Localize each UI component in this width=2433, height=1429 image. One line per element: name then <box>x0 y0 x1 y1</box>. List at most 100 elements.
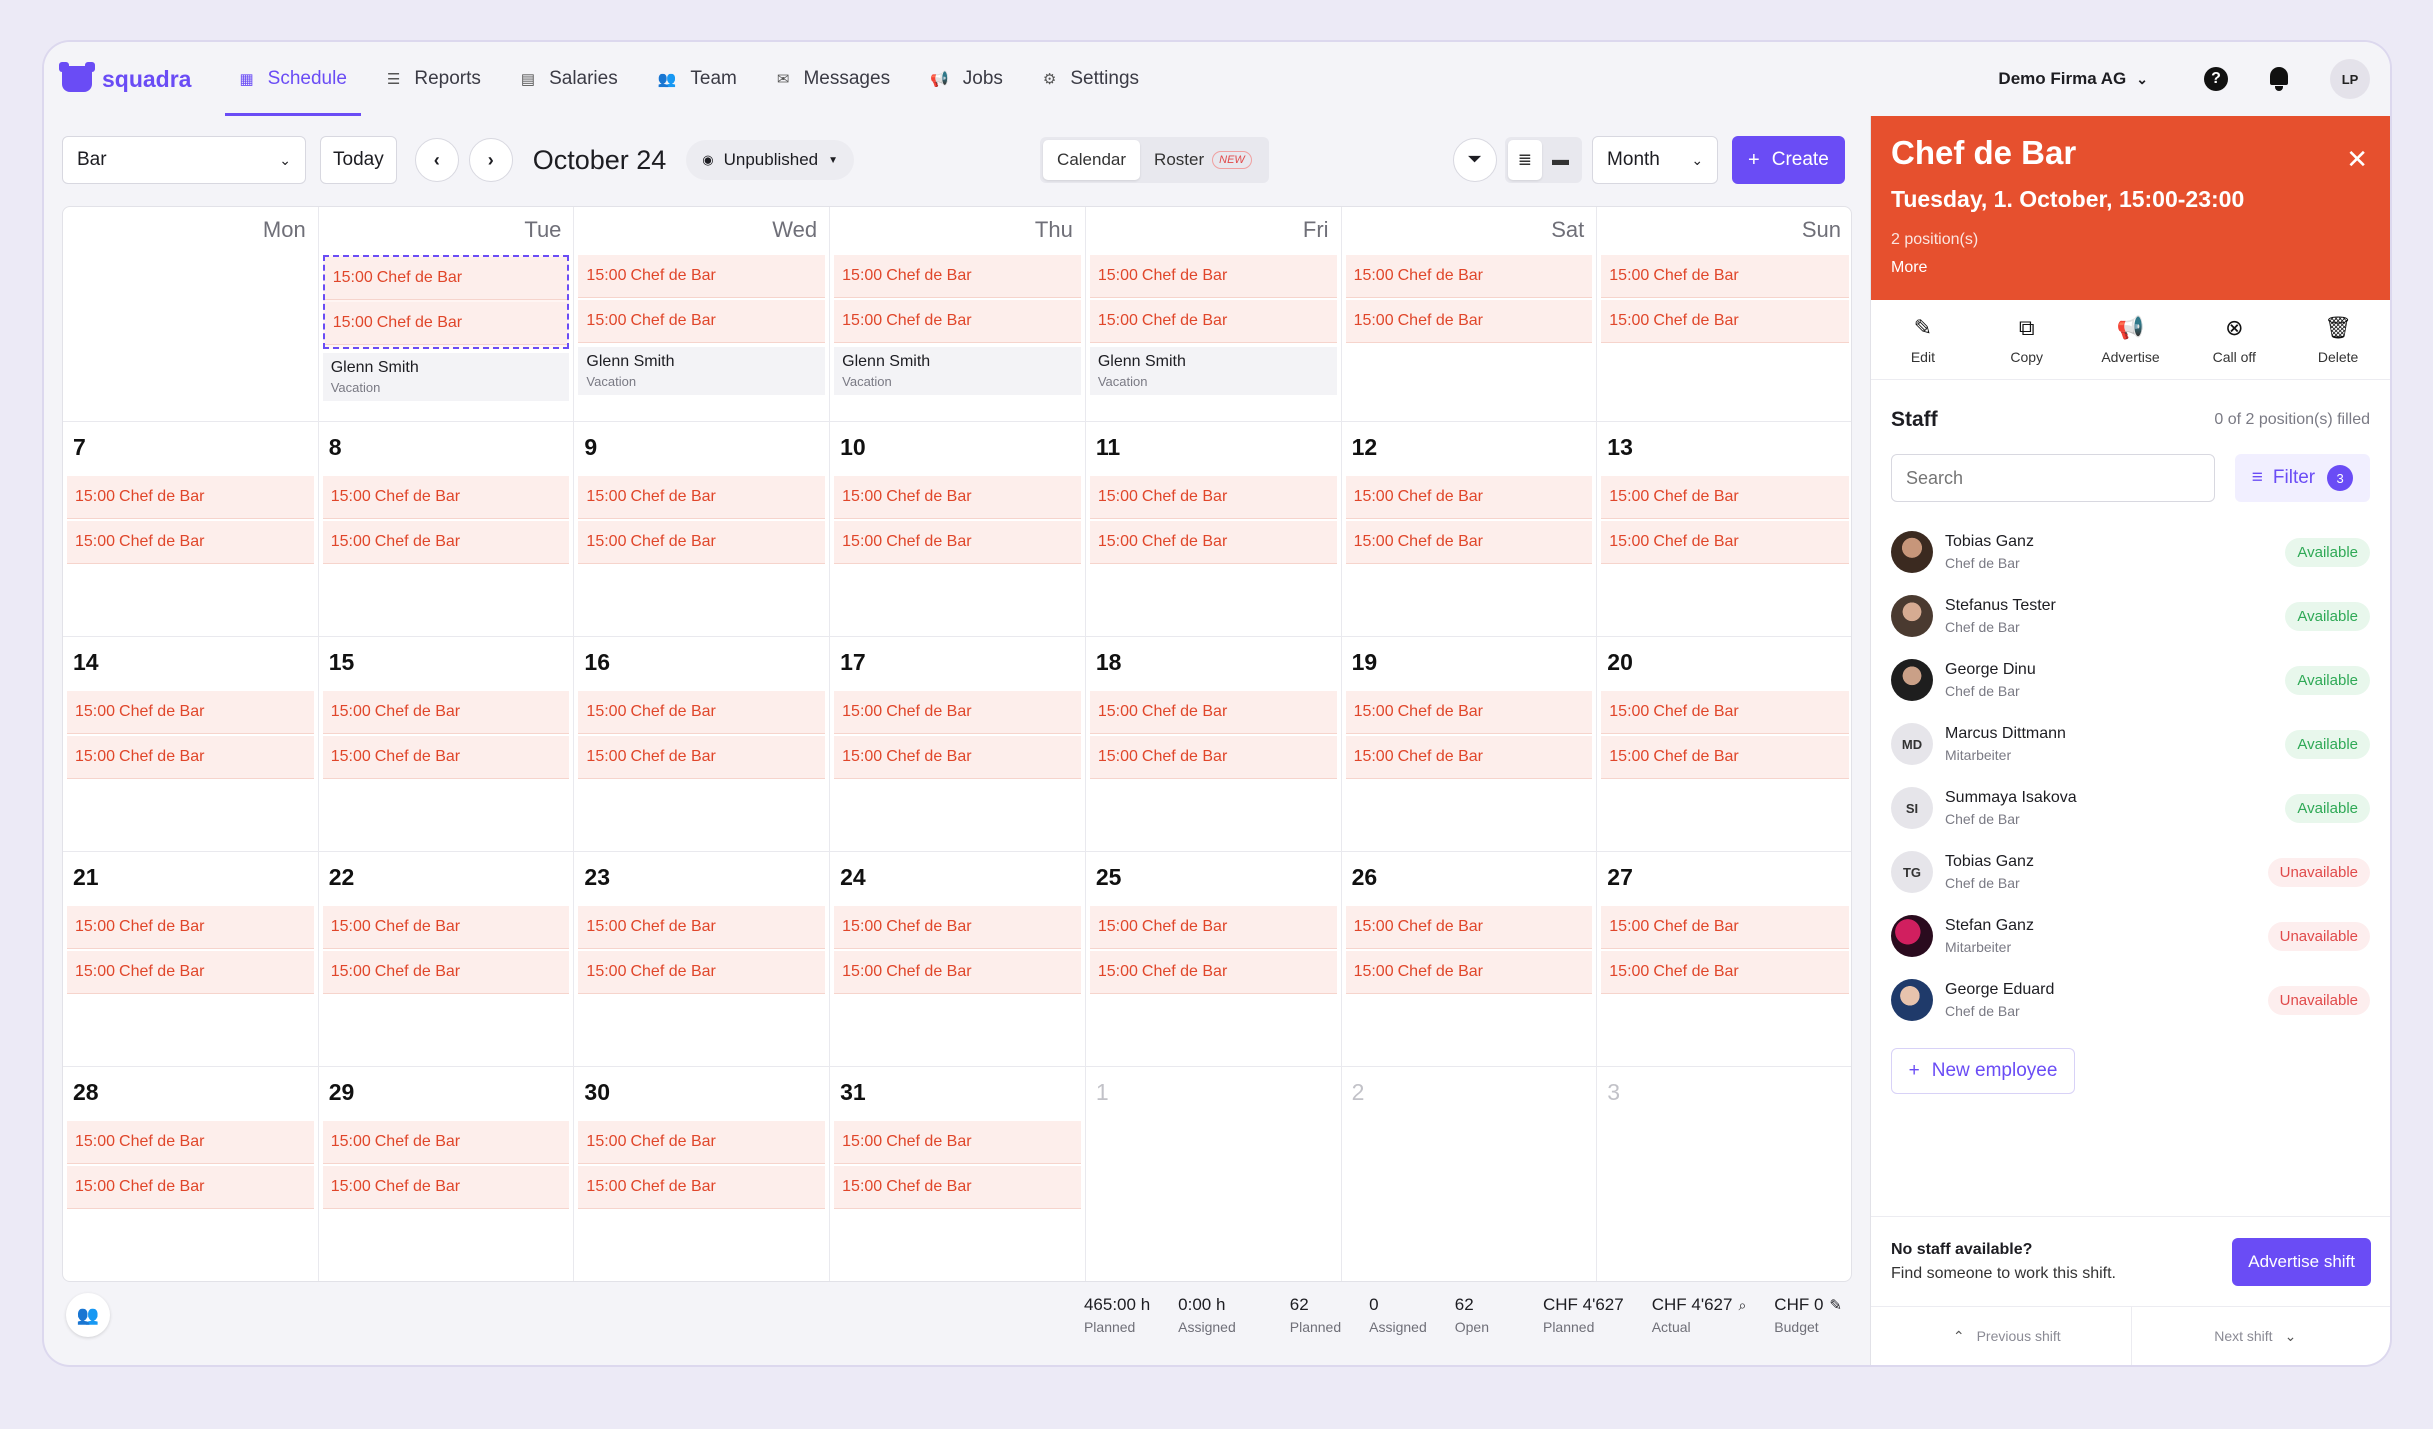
shift-entry[interactable]: 15:00 Chef de Bar <box>1089 255 1337 298</box>
shift-entry[interactable]: 15:00 Chef de Bar <box>324 302 568 345</box>
shift-entry[interactable]: 15:00 Chef de Bar <box>1601 521 1849 564</box>
nav-item-team[interactable]: 👥 Team <box>644 42 751 116</box>
calendar-day-cell[interactable]: Fri 15:00 Chef de Bar 15:00 Chef de Bar Glenn… <box>1085 207 1342 422</box>
shift-entry[interactable]: 15:00 Chef de Bar <box>1345 906 1593 949</box>
shift-entry[interactable]: 15:00 Chef de Bar <box>1601 906 1849 949</box>
calendar-day-cell[interactable]: 24 15:00 Chef de Bar 15:00 Chef de Bar <box>830 852 1086 1067</box>
calendar-day-cell[interactable]: 28 15:00 Chef de Bar 15:00 Chef de Bar <box>63 1067 319 1281</box>
tab-calendar[interactable]: Calendar <box>1043 140 1141 180</box>
advertise-shift-button[interactable]: Advertise shift <box>2232 1237 2371 1286</box>
shift-entry[interactable]: 15:00 Chef de Bar <box>322 476 570 519</box>
calendar-day-cell[interactable]: 15 15:00 Chef de Bar 15:00 Chef de Bar <box>318 637 575 852</box>
shift-entry[interactable]: 15:00 Chef de Bar <box>1089 906 1337 949</box>
edit-action[interactable]: ✎ Edit <box>1871 300 1975 379</box>
help-icon[interactable]: ? <box>2204 67 2228 91</box>
nav-item-settings[interactable]: ⚙ Settings <box>1029 42 1153 116</box>
calendar-day-cell[interactable]: Tue 15:00 Chef de Bar 15:00 Chef de Bar Glenn… <box>318 207 575 422</box>
list-view-toggle[interactable]: ≣ <box>1507 140 1543 180</box>
shift-entry[interactable]: 15:00 Chef de Bar <box>322 691 570 734</box>
shift-entry[interactable]: 15:00 Chef de Bar <box>834 1166 1081 1209</box>
staff-list-item[interactable]: SI Summaya Isakova Chef de Bar Available <box>1891 776 2370 840</box>
shift-entry[interactable]: 15:00 Chef de Bar <box>834 1121 1081 1164</box>
delete-action[interactable]: 🗑 Delete <box>2286 300 2390 379</box>
shift-entry[interactable]: 15:00 Chef de Bar <box>578 951 826 994</box>
shift-entry[interactable]: 15:00 Chef de Bar <box>67 1121 314 1164</box>
calendar-day-cell[interactable]: 8 15:00 Chef de Bar 15:00 Chef de Bar <box>318 422 575 637</box>
vacation-entry[interactable]: Glenn Smith Vacation <box>1089 347 1337 395</box>
shift-entry[interactable]: 15:00 Chef de Bar <box>834 906 1081 949</box>
staff-filter-button[interactable]: ≡ Filter 3 <box>2234 454 2370 502</box>
calendar-day-cell[interactable]: Sun 15:00 Chef de Bar 15:00 Chef de Bar <box>1597 207 1851 422</box>
shift-entry[interactable]: 15:00 Chef de Bar <box>1601 736 1849 779</box>
calendar-day-cell[interactable]: 1 <box>1086 1067 1342 1281</box>
staff-list-item[interactable]: TG Tobias Ganz Chef de Bar Unavailable <box>1891 840 2370 904</box>
shift-entry[interactable]: 15:00 Chef de Bar <box>834 255 1081 298</box>
copy-action[interactable]: ⧉ Copy <box>1975 300 2079 379</box>
vacation-entry[interactable]: Glenn Smith Vacation <box>322 353 570 401</box>
create-button[interactable]: + Create <box>1732 136 1845 184</box>
next-shift-button[interactable]: Next shift ⌄ <box>2132 1307 2391 1365</box>
calendar-day-cell[interactable]: 16 15:00 Chef de Bar 15:00 Chef de Bar <box>574 637 831 852</box>
shift-entry[interactable]: 15:00 Chef de Bar <box>578 300 826 343</box>
vacation-entry[interactable]: Glenn Smith Vacation <box>578 347 826 395</box>
shift-entry[interactable]: 15:00 Chef de Bar <box>67 736 314 779</box>
shift-entry[interactable]: 15:00 Chef de Bar <box>1089 476 1337 519</box>
shift-entry[interactable]: 15:00 Chef de Bar <box>578 476 826 519</box>
calendar-day-cell[interactable]: 3 <box>1597 1067 1851 1281</box>
shift-entry[interactable]: 15:00 Chef de Bar <box>67 1166 314 1209</box>
shift-entry[interactable]: 15:00 Chef de Bar <box>834 951 1081 994</box>
location-select[interactable]: Bar ⌄ <box>62 136 306 184</box>
pencil-icon[interactable]: ✎ <box>1829 1296 1842 1314</box>
compact-view-toggle[interactable]: ▬ <box>1542 140 1579 180</box>
calendar-day-cell[interactable]: 21 15:00 Chef de Bar 15:00 Chef de Bar <box>63 852 319 1067</box>
calendar-day-cell[interactable]: Mon <box>63 207 319 422</box>
staff-list-item[interactable]: Tobias Ganz Chef de Bar Available <box>1891 520 2370 584</box>
calendar-day-cell[interactable]: 25 15:00 Chef de Bar 15:00 Chef de Bar <box>1085 852 1342 1067</box>
shift-entry[interactable]: 15:00 Chef de Bar <box>322 521 570 564</box>
today-button[interactable]: Today <box>320 136 397 184</box>
calendar-day-cell[interactable]: 26 15:00 Chef de Bar 15:00 Chef de Bar <box>1341 852 1598 1067</box>
nav-item-salaries[interactable]: ▤ Salaries <box>507 42 632 116</box>
magnifier-icon[interactable]: ⌕ <box>1738 1297 1746 1314</box>
shift-entry[interactable]: 15:00 Chef de Bar <box>322 1121 570 1164</box>
calendar-day-cell[interactable]: 23 15:00 Chef de Bar 15:00 Chef de Bar <box>574 852 831 1067</box>
shift-entry[interactable]: 15:00 Chef de Bar <box>578 906 826 949</box>
shift-entry[interactable]: 15:00 Chef de Bar <box>1345 521 1593 564</box>
shift-entry[interactable]: 15:00 Chef de Bar <box>67 951 314 994</box>
vacation-entry[interactable]: Glenn Smith Vacation <box>834 347 1081 395</box>
shift-entry[interactable]: 15:00 Chef de Bar <box>322 951 570 994</box>
shift-entry[interactable]: 15:00 Chef de Bar <box>578 521 826 564</box>
staff-list-item[interactable]: MD Marcus Dittmann Mitarbeiter Available <box>1891 712 2370 776</box>
shift-entry[interactable]: 15:00 Chef de Bar <box>834 521 1081 564</box>
calendar-day-cell[interactable]: 18 15:00 Chef de Bar 15:00 Chef de Bar <box>1085 637 1342 852</box>
shift-entry[interactable]: 15:00 Chef de Bar <box>322 1166 570 1209</box>
nav-item-schedule[interactable]: ▦ Schedule <box>225 42 362 116</box>
shift-entry[interactable]: 15:00 Chef de Bar <box>1345 300 1593 343</box>
next-month-button[interactable]: › <box>468 138 513 182</box>
period-select[interactable]: Month ⌄ <box>1592 136 1719 184</box>
shift-entry[interactable]: 15:00 Chef de Bar <box>834 691 1081 734</box>
shift-entry[interactable]: 15:00 Chef de Bar <box>1089 951 1337 994</box>
advertise-action[interactable]: 📢 Advertise <box>2079 300 2183 379</box>
shift-entry[interactable]: 15:00 Chef de Bar <box>67 906 314 949</box>
calendar-day-cell[interactable]: 10 15:00 Chef de Bar 15:00 Chef de Bar <box>830 422 1086 637</box>
shift-entry[interactable]: 15:00 Chef de Bar <box>578 1121 826 1164</box>
shift-entry[interactable]: 15:00 Chef de Bar <box>1601 951 1849 994</box>
shift-entry[interactable]: 15:00 Chef de Bar <box>578 255 826 298</box>
shift-entry[interactable]: 15:00 Chef de Bar <box>67 476 314 519</box>
calendar-day-cell[interactable]: 31 15:00 Chef de Bar 15:00 Chef de Bar <box>830 1067 1086 1281</box>
company-switcher[interactable]: Demo Firma AG ⌄ <box>1998 69 2148 89</box>
calendar-day-cell[interactable]: 30 15:00 Chef de Bar 15:00 Chef de Bar <box>574 1067 831 1281</box>
previous-shift-button[interactable]: ⌃ Previous shift <box>1871 1307 2132 1365</box>
calendar-day-cell[interactable]: Thu 15:00 Chef de Bar 15:00 Chef de Bar Glenn… <box>830 207 1086 422</box>
bell-icon[interactable] <box>2268 67 2290 91</box>
shift-entry[interactable]: 15:00 Chef de Bar <box>67 691 314 734</box>
calendar-day-cell[interactable]: 14 15:00 Chef de Bar 15:00 Chef de Bar <box>63 637 319 852</box>
shift-entry[interactable]: 15:00 Chef de Bar <box>1601 255 1849 298</box>
new-employee-button[interactable]: + New employee <box>1891 1048 2075 1094</box>
nav-item-reports[interactable]: ☰ Reports <box>373 42 495 116</box>
nav-item-jobs[interactable]: 📢 Jobs <box>916 42 1017 116</box>
shift-entry[interactable]: 15:00 Chef de Bar <box>834 736 1081 779</box>
shift-entry[interactable]: 15:00 Chef de Bar <box>1601 476 1849 519</box>
calendar-day-cell[interactable]: 17 15:00 Chef de Bar 15:00 Chef de Bar <box>830 637 1086 852</box>
